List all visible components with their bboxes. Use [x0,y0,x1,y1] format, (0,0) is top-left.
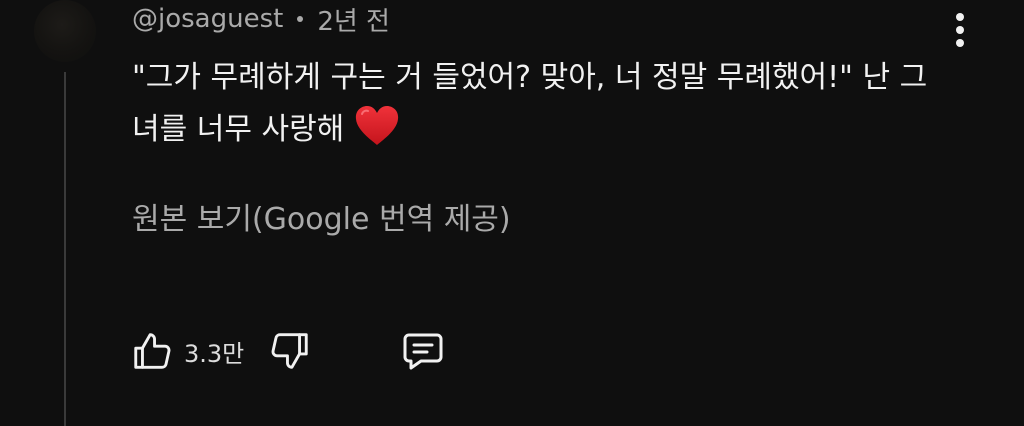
thumbs-down-icon [271,333,308,369]
more-vertical-icon [956,13,964,47]
avatar[interactable] [34,0,96,62]
more-options-button[interactable] [940,8,980,52]
comment-body: "그가 무례하게 구는 거 들었어? 맞아, 너 정말 무례했어!" 난 그녀를… [132,52,932,156]
author-handle[interactable]: @josaguest [132,4,283,34]
red-heart-emoji [356,106,399,145]
separator-dot [297,16,304,22]
thumbs-up-icon [134,333,171,369]
comment-actions: 3.3만 [128,326,448,376]
comment-text: "그가 무례하게 구는 거 들었어? 맞아, 너 정말 무례했어!" 난 그녀를… [132,60,928,147]
thread-line [64,72,66,426]
dislike-button[interactable] [264,326,314,376]
reply-button[interactable] [398,326,448,376]
comment-reply-icon [403,333,443,370]
see-original-link[interactable]: 원본 보기(Google 번역 제공) [132,194,511,246]
like-button[interactable] [128,326,178,376]
like-count: 3.3만 [184,339,245,368]
comment-timestamp[interactable]: 2년 전 [317,1,390,38]
comment-header: @josaguest 2년 전 [132,1,390,38]
